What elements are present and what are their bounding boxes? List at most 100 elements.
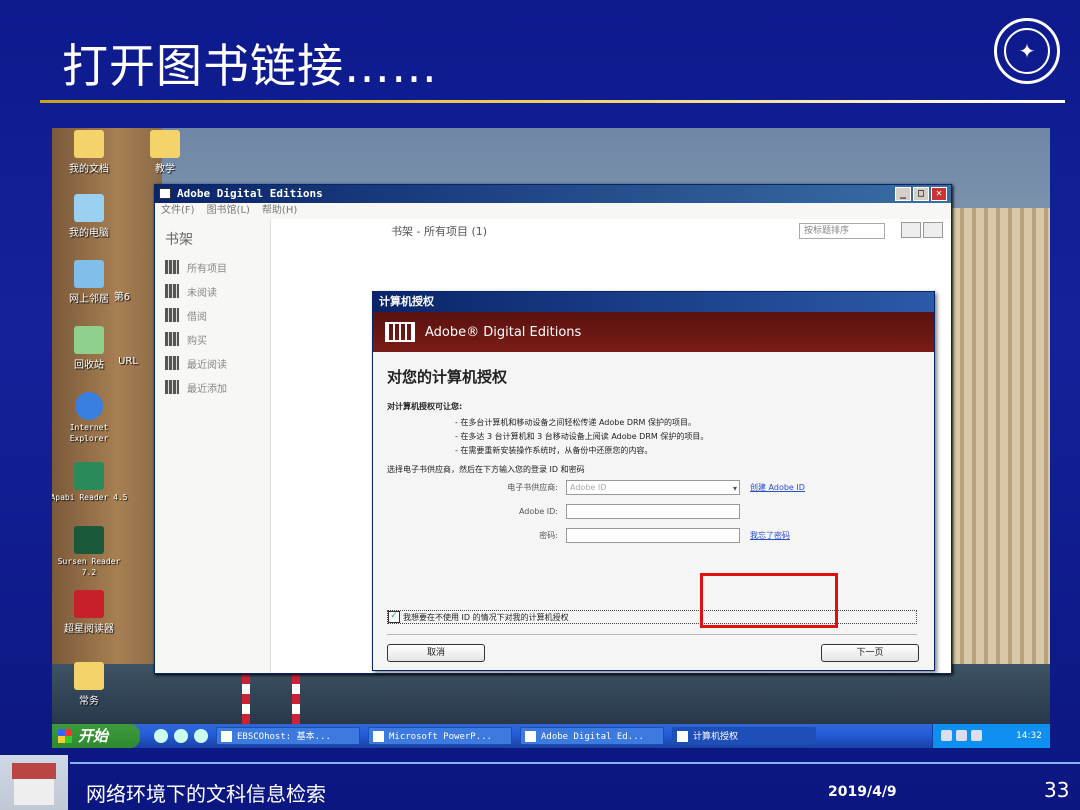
vendor-label: 电子书供应商: bbox=[507, 483, 558, 492]
title-rule bbox=[40, 100, 1065, 103]
forgot-password-link[interactable]: 我忘了密码 bbox=[750, 530, 790, 541]
ade-window-title: Adobe Digital Editions bbox=[177, 187, 323, 200]
start-button[interactable]: 开始 bbox=[52, 724, 140, 748]
footer-date: 2019/4/9 bbox=[828, 784, 897, 800]
menu-file[interactable]: 文件(F) bbox=[161, 203, 195, 219]
network-icon bbox=[74, 260, 104, 288]
clock: 14:32 bbox=[1016, 731, 1042, 741]
desktop-icon-superstar-reader[interactable]: 超星阅读器 bbox=[52, 590, 128, 635]
view-toggle bbox=[901, 222, 943, 238]
footer-roof bbox=[12, 763, 56, 779]
books-icon bbox=[165, 332, 179, 346]
ade-menubar: 文件(F) 图书馆(L) 帮助(H) bbox=[155, 203, 951, 219]
books-icon bbox=[165, 356, 179, 370]
minimize-button[interactable]: _ bbox=[895, 187, 911, 201]
quick-launch bbox=[154, 729, 208, 743]
window-controls: _ □ ✕ bbox=[895, 187, 947, 201]
banner-text: Adobe® Digital Editions bbox=[425, 324, 582, 340]
desktop-icon[interactable] bbox=[154, 729, 168, 743]
taskbar-item-authorize[interactable]: 计算机授权 bbox=[672, 727, 816, 745]
menu-library[interactable]: 图书馆(L) bbox=[207, 203, 250, 219]
adobe-id-input[interactable] bbox=[566, 504, 740, 519]
desktop-icon-my-computer[interactable]: 我的电脑 bbox=[52, 194, 128, 239]
footer-campus-image bbox=[0, 755, 68, 810]
browser-icon[interactable] bbox=[194, 729, 208, 743]
taskbar: 开始 EBSCOhost: 基本... Microsoft PowerP... … bbox=[52, 724, 1050, 748]
ade-titlebar[interactable]: Adobe Digital Editions _ □ ✕ bbox=[155, 185, 951, 203]
university-logo: ✦ bbox=[994, 18, 1060, 84]
next-button[interactable]: 下一页 bbox=[821, 644, 919, 662]
taskbar-item-powerpoint[interactable]: Microsoft PowerP... bbox=[368, 727, 512, 745]
desktop-icon-teaching[interactable]: 教学 bbox=[126, 130, 204, 175]
desktop-icon-internet-explorer[interactable]: Internet Explorer bbox=[52, 392, 128, 444]
sursen-reader-icon bbox=[74, 526, 104, 554]
ie-icon bbox=[221, 731, 232, 742]
list-view-icon[interactable] bbox=[923, 222, 943, 238]
desktop-icon-sursen-reader[interactable]: Sursen Reader 7.2 bbox=[52, 526, 128, 578]
app-icon bbox=[677, 731, 688, 742]
sort-dropdown[interactable]: 按标题排序 bbox=[799, 223, 885, 239]
permission-intro: 对计算机授权可让您: bbox=[387, 402, 463, 411]
permission-item: - 在多达 3 台计算机和 3 台移动设备上阅读 Adobe DRM 保护的项目… bbox=[455, 432, 709, 441]
seal-icon: ✦ bbox=[1004, 28, 1050, 74]
shelf-item-all[interactable]: 所有项目 bbox=[165, 255, 270, 279]
network-icon[interactable] bbox=[956, 730, 967, 741]
superstar-reader-icon bbox=[74, 590, 104, 618]
books-icon bbox=[165, 380, 179, 394]
vendor-row: 电子书供应商: Adobe ID ▾ 创建 Adobe ID bbox=[373, 480, 805, 495]
screenshot-area: 我的文档 教学 我的电脑 网上邻居 第6 回收站 URL Internet Ex… bbox=[52, 128, 1050, 748]
close-button[interactable]: ✕ bbox=[931, 187, 947, 201]
taskbar-item-ebscohost[interactable]: EBSCOhost: 基本... bbox=[216, 727, 360, 745]
folder-icon bbox=[74, 130, 104, 158]
windows-flag-icon bbox=[58, 729, 72, 743]
shelf-item-borrowed[interactable]: 借阅 bbox=[165, 303, 270, 327]
system-tray: 14:32 bbox=[932, 724, 1050, 748]
authorize-dialog: 计算机授权 Adobe® Digital Editions 对您的计算机授权 对… bbox=[372, 291, 935, 671]
books-icon bbox=[165, 260, 179, 274]
shelf-item-recently-added[interactable]: 最近添加 bbox=[165, 375, 270, 399]
footer-wall bbox=[14, 779, 54, 805]
cancel-button[interactable]: 取消 bbox=[387, 644, 485, 662]
dialog-banner: Adobe® Digital Editions bbox=[373, 312, 934, 352]
permission-item: - 在需要重新安装操作系统时，从备份中还原您的内容。 bbox=[455, 446, 653, 455]
library-heading: 书架 - 所有项目 (1) bbox=[391, 225, 488, 238]
next-button-highlight bbox=[700, 573, 838, 628]
authorize-without-id-checkbox[interactable]: ✓ bbox=[388, 611, 400, 623]
password-input[interactable] bbox=[566, 528, 740, 543]
bookshelf-panel: 书架 所有项目 未阅读 借阅 购买 最近阅读 最近添加 bbox=[155, 219, 271, 673]
permission-list: - 在多台计算机和移动设备之间轻松传递 Adobe DRM 保护的项目。 - 在… bbox=[455, 416, 934, 458]
recycle-bin-icon bbox=[74, 326, 104, 354]
wallpaper-building-right bbox=[940, 208, 1050, 708]
shield-icon[interactable] bbox=[971, 730, 982, 741]
computer-icon bbox=[74, 194, 104, 222]
shelf-item-recently-read[interactable]: 最近阅读 bbox=[165, 351, 270, 375]
folder-icon bbox=[150, 130, 180, 158]
keyboard-icon[interactable] bbox=[941, 730, 952, 741]
grid-view-icon[interactable] bbox=[901, 222, 921, 238]
password-row: 密码: 我忘了密码 bbox=[373, 528, 790, 543]
desktop-icon-partial[interactable]: 第6 bbox=[102, 288, 142, 303]
desktop-icon-my-documents[interactable]: 我的文档 bbox=[52, 130, 128, 175]
maximize-button[interactable]: □ bbox=[913, 187, 929, 201]
folder-icon bbox=[74, 662, 104, 690]
taskbar-item-ade[interactable]: Adobe Digital Ed... bbox=[520, 727, 664, 745]
shelf-item-unread[interactable]: 未阅读 bbox=[165, 279, 270, 303]
desktop-icon-affairs[interactable]: 常务 bbox=[52, 662, 128, 707]
shelf-item-purchased[interactable]: 购买 bbox=[165, 327, 270, 351]
books-icon bbox=[165, 284, 179, 298]
password-label: 密码: bbox=[539, 531, 558, 540]
checkbox-label: 我想要在不使用 ID 的情况下对我的计算机授权 bbox=[403, 612, 569, 622]
desktop-icon-apabi-reader[interactable]: Apabi Reader 4.5 bbox=[52, 462, 128, 503]
ie-icon[interactable] bbox=[174, 729, 188, 743]
bookshelf-heading: 书架 bbox=[165, 232, 193, 248]
dialog-titlebar[interactable]: 计算机授权 bbox=[373, 292, 934, 312]
desktop-icon-url[interactable]: URL bbox=[108, 356, 148, 367]
chevron-down-icon: ▾ bbox=[732, 484, 737, 493]
vendor-select[interactable]: Adobe ID ▾ bbox=[566, 480, 740, 495]
create-adobe-id-link[interactable]: 创建 Adobe ID bbox=[750, 482, 805, 493]
select-vendor-prompt: 选择电子书供应商，然后在下方输入您的登录 ID 和密码 bbox=[387, 465, 585, 474]
menu-help[interactable]: 帮助(H) bbox=[262, 203, 297, 219]
permission-item: - 在多台计算机和移动设备之间轻松传递 Adobe DRM 保护的项目。 bbox=[455, 418, 696, 427]
slide-title: 打开图书链接…… bbox=[62, 39, 438, 93]
apabi-reader-icon bbox=[74, 462, 104, 490]
